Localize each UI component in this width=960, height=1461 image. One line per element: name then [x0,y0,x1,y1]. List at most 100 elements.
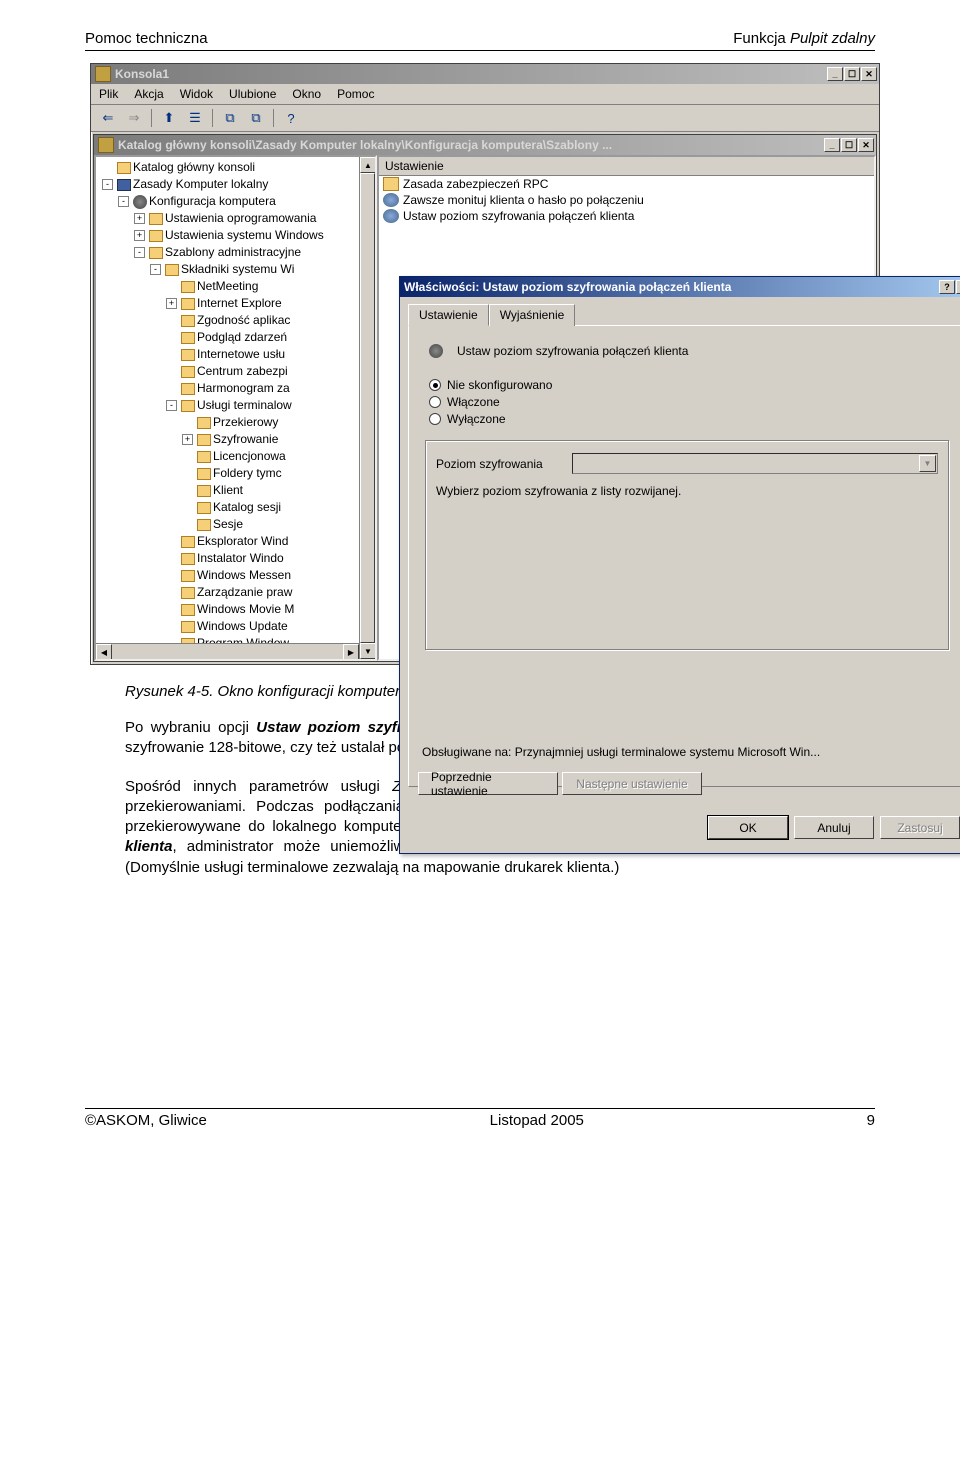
tree-item[interactable]: + Ustawienia systemu Windows [100,227,373,244]
cancel-button[interactable]: Anuluj [794,816,874,839]
folder-icon [383,177,399,191]
tree-item[interactable]: + Szyfrowanie [100,431,373,448]
folder-icon [197,451,211,463]
list-item[interactable]: Zawsze monituj klienta o hasło po połącz… [379,192,874,208]
tree-item[interactable]: - Konfiguracja komputera [100,193,373,210]
ok-button[interactable]: OK [708,816,788,839]
tab-ustawienie[interactable]: Ustawienie [408,304,489,326]
collapse-icon[interactable]: - [102,179,113,190]
maximize-button[interactable]: ☐ [844,67,860,81]
tree-item[interactable]: Harmonogram za [100,380,373,397]
tree-item[interactable]: Zarządzanie praw [100,584,373,601]
folder-icon [181,570,195,582]
setting-icon [429,344,443,358]
tree-item[interactable]: + Ustawienia oprogramowania [100,210,373,227]
tree-item[interactable]: Katalog sesji [100,499,373,516]
collapse-icon[interactable]: - [118,196,129,207]
expand-icon[interactable]: + [134,230,145,241]
tree-item-label: Sesje [213,516,243,533]
menu-ulubione[interactable]: Ulubione [229,87,276,101]
minimize-button[interactable]: _ [827,67,843,81]
tree-item[interactable]: - Zasady Komputer lokalny [100,176,373,193]
collapse-icon[interactable]: - [150,264,161,275]
menu-widok[interactable]: Widok [180,87,213,101]
tree-item[interactable]: Licencjonowa [100,448,373,465]
tree-item[interactable]: Centrum zabezpi [100,363,373,380]
scroll-thumb[interactable] [360,173,375,643]
collapse-icon[interactable]: - [166,400,177,411]
tree-item[interactable]: Foldery tymc [100,465,373,482]
scroll-right-icon[interactable]: ▶ [343,644,359,660]
tree-item[interactable]: - Składniki systemu Wi [100,261,373,278]
encryption-level-dropdown[interactable]: ▼ [572,453,938,474]
tree-item[interactable]: Katalog główny konsoli [100,159,373,176]
scroll-left-icon[interactable]: ◀ [96,644,112,660]
collapse-icon[interactable]: - [134,247,145,258]
tree-item-label: NetMeeting [197,278,258,295]
help-button[interactable]: ? [280,108,302,128]
list-header[interactable]: Ustawienie [379,157,874,176]
tree-toggle-button[interactable]: ⧉ [219,108,241,128]
tree-item[interactable]: NetMeeting [100,278,373,295]
tree-pane[interactable]: Katalog główny konsoli- Zasady Komputer … [94,155,377,661]
minimize-button[interactable]: _ [824,138,840,152]
up-button[interactable]: ⬆ [158,108,180,128]
tree-item-label: Ustawienia systemu Windows [165,227,324,244]
scroll-up-icon[interactable]: ▲ [360,157,376,173]
tree-item[interactable]: Zgodność aplikac [100,312,373,329]
props-button[interactable]: ☰ [184,108,206,128]
radio-button[interactable] [429,379,441,391]
tree-item-label: Zasady Komputer lokalny [133,176,268,193]
tree-item-label: Foldery tymc [213,465,282,482]
list-item[interactable]: Ustaw poziom szyfrowania połączeń klient… [379,208,874,224]
close-button[interactable]: ✕ [956,280,960,294]
tree-item[interactable]: - Usługi terminalow [100,397,373,414]
tree-item[interactable]: Klient [100,482,373,499]
help-button[interactable]: ? [939,280,955,294]
radio-button[interactable] [429,413,441,425]
vertical-scrollbar[interactable]: ▲ ▼ [359,157,375,659]
page-header: Pomoc techniczna Funkcja Pulpit zdalny [85,30,875,51]
radio-option[interactable]: Włączone [429,395,951,409]
previous-setting-button[interactable]: Poprzednie ustawienie [418,772,558,795]
radio-option[interactable]: Nie skonfigurowano [429,378,951,392]
expand-icon[interactable]: + [182,434,193,445]
close-button[interactable]: ✕ [858,138,874,152]
list-item[interactable]: Zasada zabezpieczeń RPC [379,176,874,192]
menu-okno[interactable]: Okno [292,87,321,101]
console-titlebar[interactable]: Konsola1 _ ☐ ✕ [91,64,879,84]
dialog-titlebar[interactable]: Właściwości: Ustaw poziom szyfrowania po… [400,277,960,297]
menu-pomoc[interactable]: Pomoc [337,87,374,101]
tree-item[interactable]: - Szablony administracyjne [100,244,373,261]
tree-item[interactable]: Eksplorator Wind [100,533,373,550]
chevron-down-icon[interactable]: ▼ [919,455,936,472]
tree-item[interactable]: + Internet Explore [100,295,373,312]
tree-item[interactable]: Instalator Windo [100,550,373,567]
folder-icon [197,468,211,480]
list-toggle-button[interactable]: ⧉ [245,108,267,128]
folder-icon [197,502,211,514]
tree-item[interactable]: Windows Messen [100,567,373,584]
menu-akcja[interactable]: Akcja [134,87,163,101]
expand-icon[interactable]: + [134,213,145,224]
maximize-button[interactable]: ☐ [841,138,857,152]
back-button[interactable]: ⇐ [97,108,119,128]
tree-item[interactable]: Przekierowy [100,414,373,431]
menu-plik[interactable]: Plik [99,87,118,101]
radio-button[interactable] [429,396,441,408]
setting-name: Ustaw poziom szyfrowania połączeń klient… [457,344,688,358]
horizontal-scrollbar[interactable]: ◀ ▶ [96,643,359,659]
mdi-titlebar[interactable]: Katalog główny konsoli\Zasady Komputer l… [94,135,876,155]
forward-button[interactable]: ⇒ [123,108,145,128]
tree-item[interactable]: Podgląd zdarzeń [100,329,373,346]
close-button[interactable]: ✕ [861,67,877,81]
folder-icon [197,417,211,429]
tree-item[interactable]: Sesje [100,516,373,533]
scroll-down-icon[interactable]: ▼ [360,643,376,659]
expand-icon[interactable]: + [166,298,177,309]
tree-item[interactable]: Internetowe usłu [100,346,373,363]
tree-item[interactable]: Windows Update [100,618,373,635]
radio-option[interactable]: Wyłączone [429,412,951,426]
tab-wyjasnienie[interactable]: Wyjaśnienie [489,304,576,326]
tree-item[interactable]: Windows Movie M [100,601,373,618]
